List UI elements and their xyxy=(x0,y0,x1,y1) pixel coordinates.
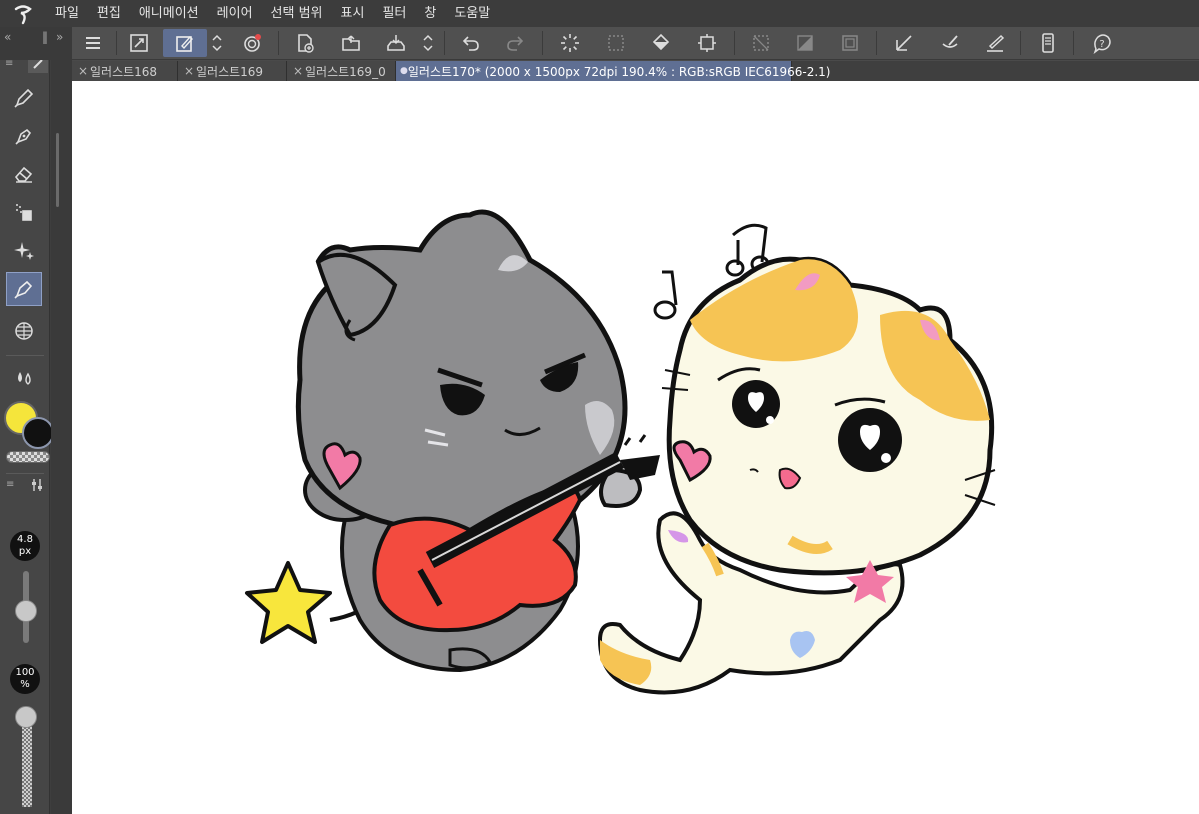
menu-window[interactable]: 창 xyxy=(415,0,445,27)
blend-icon[interactable] xyxy=(6,361,42,395)
frame-icon[interactable] xyxy=(835,29,865,57)
loading-icon[interactable] xyxy=(555,29,585,57)
command-bar: « ‖ » ? xyxy=(0,27,1199,60)
save-icon[interactable] xyxy=(381,29,411,57)
vector-pen-icon[interactable] xyxy=(6,272,42,306)
divider xyxy=(6,355,44,356)
tab-label: 일러스트170* (2000 x 1500px 72dpi 190.4% : R… xyxy=(407,64,831,79)
pen-icon[interactable] xyxy=(6,81,42,115)
menu-help[interactable]: 도움말 xyxy=(445,0,499,27)
brush-size-unit: px xyxy=(18,546,32,557)
color-selector[interactable] xyxy=(4,399,54,451)
brush-icon[interactable] xyxy=(935,29,965,57)
tab-illustration-169[interactable]: × 일러스트169 xyxy=(178,61,287,81)
open-folder-icon[interactable] xyxy=(336,29,366,57)
brush-opacity-number: 100 xyxy=(15,667,35,678)
illustration-artwork xyxy=(245,209,996,695)
grid-icon[interactable] xyxy=(746,29,776,57)
device-icon[interactable] xyxy=(1033,29,1063,57)
close-icon[interactable]: × xyxy=(182,64,196,78)
chevron-updown-icon[interactable] xyxy=(420,29,436,57)
modify-icon[interactable] xyxy=(163,29,207,57)
fill-icon[interactable] xyxy=(646,29,676,57)
tab-illustration-169-0[interactable]: × 일러스트169_0 xyxy=(287,61,396,81)
eraser-icon[interactable] xyxy=(6,157,42,191)
spray-icon[interactable] xyxy=(6,195,42,229)
tone-icon[interactable] xyxy=(790,29,820,57)
toolbar-left-spacer: « ‖ » xyxy=(0,27,72,60)
tool-scroll-column: ‖ xyxy=(51,27,72,814)
brush-settings-icon[interactable] xyxy=(30,477,46,497)
redo-icon[interactable] xyxy=(500,29,530,57)
menu-selection[interactable]: 선택 범위 xyxy=(262,0,332,27)
brush-size-number: 4.8 xyxy=(17,534,33,545)
undo-icon[interactable] xyxy=(456,29,486,57)
tool-column: « ≡ xyxy=(0,27,54,814)
cream-cat-figure xyxy=(597,256,996,695)
ink-pen-icon[interactable] xyxy=(6,119,42,153)
menu-bar: 파일 편집 애니메이션 레이어 선택 범위 표시 필터 창 도움말 xyxy=(0,0,1199,27)
brush-opacity-handle[interactable] xyxy=(15,706,37,728)
spiral-icon[interactable] xyxy=(237,29,267,57)
tool-panel: « ≡ xyxy=(0,27,72,814)
new-canvas-icon[interactable] xyxy=(290,29,320,57)
close-icon[interactable]: × xyxy=(291,64,305,78)
menu-animation[interactable]: 애니메이션 xyxy=(130,0,208,27)
document-tabs: × 일러스트168 × 일러스트169 × 일러스트169_0 ● 일러스트17… xyxy=(72,61,1199,81)
grip-icon[interactable]: ‖ xyxy=(42,30,48,44)
perspective-icon[interactable] xyxy=(6,314,42,348)
brush-size-handle[interactable] xyxy=(15,600,37,622)
tab-label: 일러스트169 xyxy=(196,64,264,79)
menu-layer[interactable]: 레이어 xyxy=(208,0,262,27)
select-icon[interactable] xyxy=(601,29,631,57)
close-icon[interactable]: × xyxy=(76,64,90,78)
pen-icon[interactable] xyxy=(980,29,1010,57)
menu-view[interactable]: 표시 xyxy=(332,0,374,27)
tab-illustration-168[interactable]: × 일러스트168 xyxy=(72,61,178,81)
tab-label: 일러스트168 xyxy=(90,64,158,79)
brush-opacity-slider[interactable] xyxy=(22,717,32,807)
brush-opacity-value: 100 % xyxy=(10,664,40,694)
help-icon[interactable]: ? xyxy=(1087,29,1117,57)
sub-color-swatch[interactable] xyxy=(22,417,54,449)
unsaved-dot-icon: ● xyxy=(400,66,408,76)
sparkle-icon[interactable] xyxy=(6,233,42,267)
tab-label: 일러스트169_0 xyxy=(305,64,386,79)
chevron-updown-icon[interactable] xyxy=(209,29,225,57)
tab-illustration-170[interactable]: ● 일러스트170* (2000 x 1500px 72dpi 190.4% :… xyxy=(396,61,830,81)
menu-filter[interactable]: 필터 xyxy=(373,0,415,27)
brush-size-value: 4.8 px xyxy=(10,531,40,561)
tool-scrollbar[interactable] xyxy=(56,133,59,207)
crop-icon[interactable] xyxy=(692,29,722,57)
app-window: 파일 편집 애니메이션 레이어 선택 범위 표시 필터 창 도움말 « ≡ xyxy=(0,0,1199,814)
app-logo-icon[interactable] xyxy=(0,0,46,27)
brush-opacity-unit: % xyxy=(20,679,30,690)
menu-edit[interactable]: 편집 xyxy=(88,0,130,27)
menu-file[interactable]: 파일 xyxy=(46,0,88,27)
menu-icon[interactable] xyxy=(78,29,108,57)
panel-menu-icon[interactable]: ≡ xyxy=(6,479,14,490)
divider xyxy=(6,473,44,474)
collapse-icon[interactable]: « xyxy=(4,30,11,44)
transparent-color-swatch[interactable] xyxy=(6,451,50,463)
fit-icon[interactable] xyxy=(124,29,154,57)
svg-text:?: ? xyxy=(1099,39,1104,50)
expand-right-icon[interactable]: » xyxy=(56,30,63,44)
ruler-icon[interactable] xyxy=(889,29,919,57)
drawing-canvas[interactable] xyxy=(72,81,1199,814)
